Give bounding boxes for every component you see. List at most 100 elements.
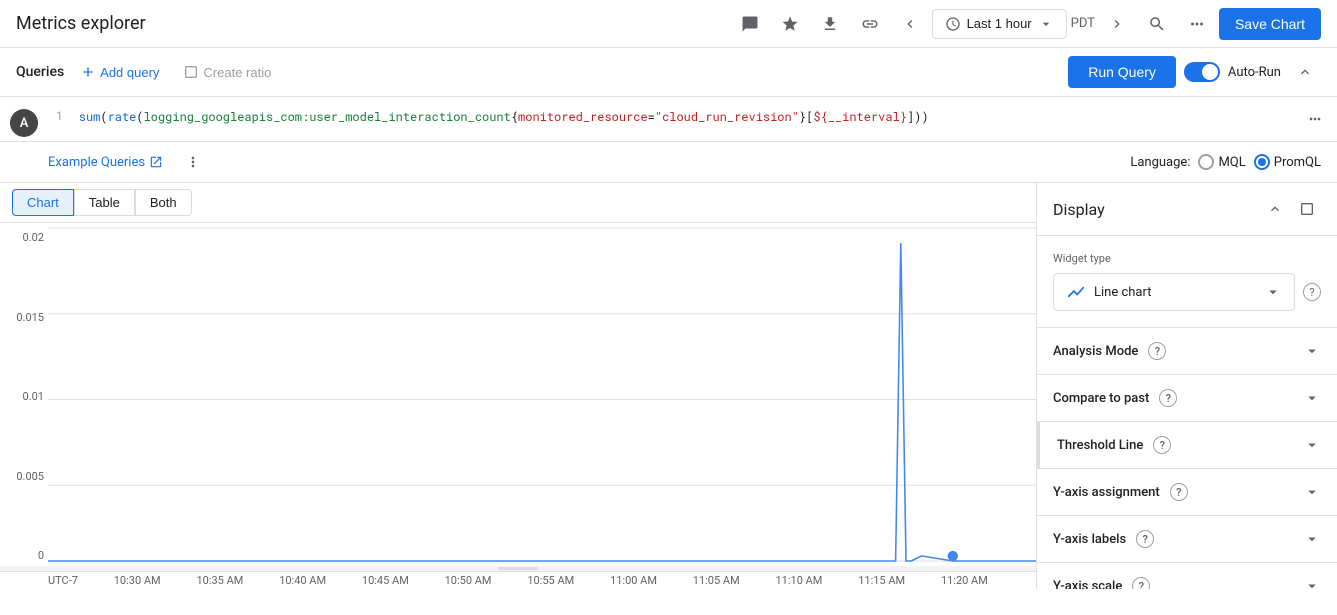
more-horiz-icon	[1307, 111, 1323, 127]
auto-run-toggle[interactable]	[1184, 62, 1220, 82]
example-queries-label: Example Queries	[48, 155, 145, 170]
x-label-1105: 11:05 AM	[693, 574, 740, 587]
query-kebab-menu-btn[interactable]	[179, 148, 207, 176]
star-icon	[781, 15, 799, 33]
link-icon	[861, 15, 879, 33]
chart-line	[48, 243, 1036, 561]
dropdown-arrow-icon	[1038, 16, 1054, 32]
time-range-btn[interactable]: Last 1 hour	[932, 9, 1067, 39]
download-icon	[821, 15, 839, 33]
widget-type-name: Line chart	[1094, 285, 1256, 300]
threshold-line-label: Threshold Line ?	[1057, 436, 1303, 454]
threshold-line-help-icon[interactable]: ?	[1153, 436, 1171, 454]
query-label: A	[0, 97, 48, 141]
code-paren1: (	[100, 109, 107, 125]
x-label-1050: 10:50 AM	[445, 574, 492, 587]
promql-radio-option[interactable]: PromQL	[1254, 154, 1321, 170]
tab-table[interactable]: Table	[74, 189, 135, 216]
main-content: Chart Table Both 0.02 0.015 0.01 0.005 0	[0, 183, 1337, 589]
x-label-1115: 11:15 AM	[858, 574, 905, 587]
tab-both[interactable]: Both	[135, 189, 192, 216]
mql-radio-option[interactable]: MQL	[1198, 154, 1245, 170]
display-header: Display	[1037, 183, 1337, 236]
query-more-btn[interactable]	[1301, 105, 1329, 133]
x-label-1040: 10:40 AM	[279, 574, 326, 587]
compare-to-past-expand-icon	[1303, 389, 1321, 407]
y-axis-scale-help-icon[interactable]: ?	[1132, 577, 1150, 589]
y-axis-0.02: 0.02	[4, 231, 44, 244]
code-interval: ${__interval}	[813, 109, 907, 125]
widget-type-help-icon[interactable]: ?	[1303, 283, 1321, 301]
chat-icon-btn[interactable]	[732, 6, 768, 42]
y-axis-scale-expand-icon	[1303, 577, 1321, 589]
queries-label: Queries	[16, 64, 64, 80]
kebab-menu-icon	[185, 154, 201, 170]
y-axis-scale-label: Y-axis scale ?	[1053, 577, 1303, 589]
display-up-btn[interactable]	[1261, 195, 1289, 223]
expand-collapse-icon	[1267, 201, 1283, 217]
line-chart-icon	[1066, 282, 1086, 302]
clock-icon	[945, 16, 961, 32]
queries-bar: Queries Add query Create ratio Run Query…	[0, 48, 1337, 97]
analysis-mode-section[interactable]: Analysis Mode ?	[1037, 328, 1337, 375]
query-code-display[interactable]: sum(rate(logging_googleapis_com:user_mod…	[71, 97, 1293, 141]
code-label-val: "cloud_run_revision"	[655, 109, 799, 125]
bookmark-icon-btn[interactable]	[772, 6, 808, 42]
code-paren2: (	[136, 109, 143, 125]
y-axis-scale-section[interactable]: Y-axis scale ?	[1037, 563, 1337, 589]
more-vert-icon	[1188, 15, 1206, 33]
prev-icon-btn[interactable]	[892, 6, 928, 42]
open-panel-icon	[1299, 201, 1315, 217]
y-axis-labels: 0.02 0.015 0.01 0.005 0	[0, 223, 48, 566]
download-icon-btn[interactable]	[812, 6, 848, 42]
y-axis-labels-section[interactable]: Y-axis labels ?	[1037, 516, 1337, 563]
code-sum: sum	[79, 109, 101, 125]
link-icon-btn[interactable]	[852, 6, 888, 42]
y-axis-assignment-help-icon[interactable]: ?	[1170, 483, 1188, 501]
x-label-1100: 11:00 AM	[610, 574, 657, 587]
y-axis-assignment-section[interactable]: Y-axis assignment ?	[1037, 469, 1337, 516]
collapse-queries-button[interactable]	[1289, 56, 1321, 88]
search-icon-btn[interactable]	[1139, 6, 1175, 42]
run-query-button[interactable]: Run Query	[1068, 56, 1176, 88]
display-expand-btn[interactable]	[1293, 195, 1321, 223]
y-axis-labels-label: Y-axis labels ?	[1053, 530, 1303, 548]
add-icon	[80, 64, 96, 80]
widget-type-label: Widget type	[1053, 252, 1321, 265]
widget-type-select[interactable]: Line chart	[1053, 273, 1295, 311]
query-footer: Example Queries Language: MQL PromQL	[0, 142, 1337, 183]
header: Metrics explorer	[0, 0, 1337, 48]
x-label-1055: 10:55 AM	[527, 574, 574, 587]
threshold-indicator	[1037, 422, 1040, 469]
query-editor: A 1 sum(rate(logging_googleapis_com:user…	[0, 97, 1337, 142]
add-query-button[interactable]: Add query	[72, 60, 167, 84]
collapse-icon	[1297, 64, 1313, 80]
promql-radio	[1254, 154, 1270, 170]
page-title: Metrics explorer	[16, 13, 724, 34]
more-options-btn[interactable]	[1179, 6, 1215, 42]
compare-to-past-section[interactable]: Compare to past ?	[1037, 375, 1337, 422]
example-queries-link[interactable]: Example Queries	[48, 155, 163, 170]
chart-end-dot	[948, 551, 958, 561]
next-icon-btn[interactable]	[1099, 6, 1135, 42]
chart-svg	[48, 223, 1036, 566]
y-axis-assignment-expand-icon	[1303, 483, 1321, 501]
compare-to-past-help-icon[interactable]: ?	[1159, 389, 1177, 407]
compare-to-past-label: Compare to past ?	[1053, 389, 1303, 407]
chart-plot	[48, 223, 1036, 566]
create-ratio-button[interactable]: Create ratio	[175, 60, 279, 84]
y-axis-labels-help-icon[interactable]: ?	[1136, 530, 1154, 548]
tab-chart[interactable]: Chart	[12, 189, 74, 216]
chevron-left-icon	[902, 16, 918, 32]
x-label-1035: 10:35 AM	[196, 574, 243, 587]
x-label-utc: UTC-7	[48, 574, 78, 587]
query-actions	[1293, 97, 1337, 141]
code-brace1: {	[511, 109, 518, 125]
save-chart-button[interactable]: Save Chart	[1219, 8, 1321, 40]
y-axis-0.01: 0.01	[4, 390, 44, 403]
threshold-line-section[interactable]: Threshold Line ?	[1037, 422, 1337, 469]
analysis-mode-help-icon[interactable]: ?	[1148, 342, 1166, 360]
ratio-icon	[183, 64, 199, 80]
create-ratio-label: Create ratio	[203, 65, 271, 80]
x-label-1045: 10:45 AM	[362, 574, 409, 587]
